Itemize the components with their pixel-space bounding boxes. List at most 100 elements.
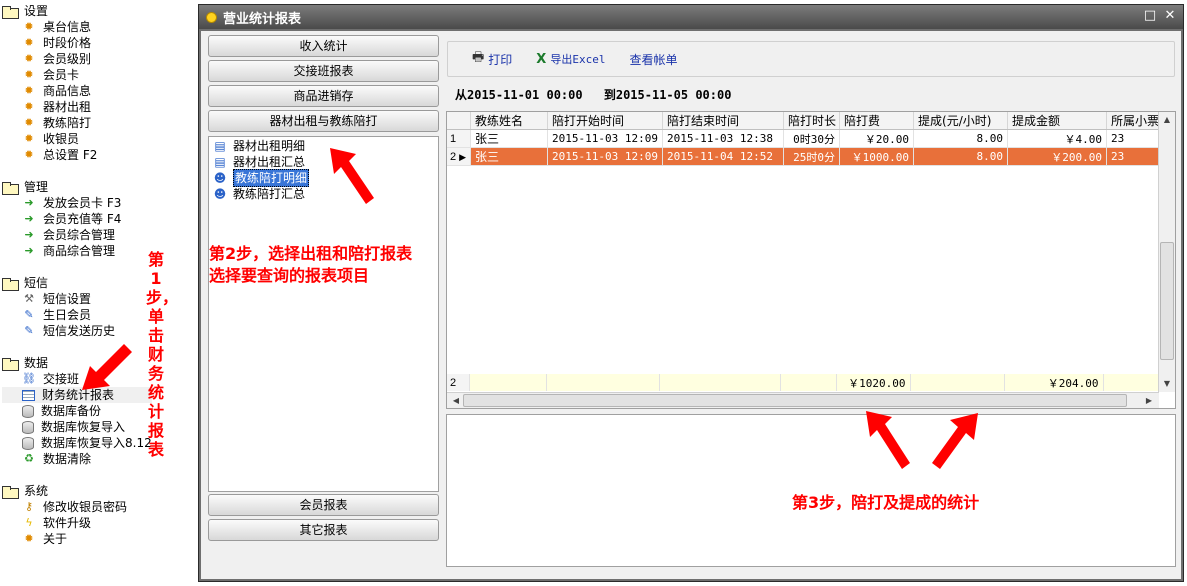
tree-item[interactable]: ✹ 会员卡 (2, 67, 97, 83)
tree-item[interactable]: ➜ 会员综合管理 (2, 227, 121, 243)
column-header[interactable]: 提成金额 (1007, 112, 1108, 130)
column-header[interactable]: 陪打时长 (783, 112, 841, 130)
column-header[interactable]: 陪打结束时间 (662, 112, 785, 130)
green-arrow-icon: ➜ (24, 228, 34, 241)
tree-item[interactable]: ✹ 收银员 (2, 131, 97, 147)
report-people-icon: ▤ (214, 155, 226, 169)
tree-item[interactable]: ✹ 关于 (2, 531, 127, 547)
scroll-left-icon[interactable]: ◀ (448, 394, 464, 408)
print-button[interactable]: 🖶 打印 (472, 48, 512, 70)
report-category-button[interactable]: 器材出租与教练陪打 (208, 110, 439, 132)
column-header[interactable]: 陪打费 (839, 112, 915, 130)
tree-group-header[interactable]: 短信 (2, 275, 115, 291)
cell-commission[interactable]: ￥4.00 (1007, 129, 1108, 148)
horizontal-scrollbar[interactable]: ◀ ▶ (447, 392, 1159, 408)
tree-group-label: 短信 (24, 276, 49, 290)
table-row[interactable]: 2 ▶ 张三 2015-11-03 12:09 2015-11-04 12:52 25时0… (447, 147, 1173, 166)
report-item[interactable]: ☻ 教练陪打汇总 (213, 186, 305, 202)
tree-item-label: 数据清除 (43, 452, 92, 466)
tree-item[interactable]: ϟ 软件升级 (2, 515, 127, 531)
column-header[interactable]: 教练姓名 (470, 112, 549, 130)
horizontal-scroll-thumb[interactable] (463, 394, 1127, 407)
restore-button[interactable]: □ (1143, 8, 1157, 24)
cell-duration[interactable]: 25时0分 (783, 147, 841, 166)
vertical-scroll-thumb[interactable] (1160, 242, 1174, 360)
key-icon: ⚷ (24, 500, 34, 513)
tree-item[interactable]: ✹ 会员级别 (2, 51, 97, 67)
gear-sun-icon: ✹ (24, 20, 34, 33)
tree-item[interactable]: ✹ 桌台信息 (2, 19, 97, 35)
row-header: 2 ▶ (447, 147, 472, 166)
scroll-right-icon[interactable]: ▶ (1141, 394, 1157, 408)
report-item-label: 器材出租明细 (233, 139, 306, 153)
cell-end[interactable]: 2015-11-04 12:52 (662, 147, 785, 166)
cell-fee[interactable]: ￥1000.00 (839, 147, 915, 166)
tree-item[interactable]: ♻ 数据清除 (2, 451, 152, 467)
report-item-list: ▤ 器材出租明细 ▤ 器材出租汇总 ☻ 教练陪打明细 ☻ 教练陪打汇总 (208, 136, 439, 492)
green-arrow-icon: ➜ (24, 212, 34, 225)
tree-group: 系统 ⚷ 修改收银员密码 ϟ 软件升级 ✹ 关于 (2, 483, 127, 547)
tree-item[interactable]: ✹ 商品信息 (2, 83, 97, 99)
gear-sun-icon: ✹ (24, 532, 34, 545)
tree-item[interactable]: ✹ 教练陪打 (2, 115, 97, 131)
gear-sun-icon: ✹ (24, 84, 34, 97)
scroll-up-icon[interactable]: ▲ (1159, 113, 1175, 127)
report-category-button[interactable]: 会员报表 (208, 494, 439, 516)
tree-item[interactable]: ➜ 发放会员卡 F3 (2, 195, 121, 211)
cell-start[interactable]: 2015-11-03 12:09 (547, 147, 664, 166)
report-category-button[interactable]: 其它报表 (208, 519, 439, 541)
report-category-button[interactable]: 收入统计 (208, 35, 439, 57)
tree-item[interactable]: ➜ 会员充值等 F4 (2, 211, 121, 227)
report-item[interactable]: ▤ 器材出租明细 (213, 138, 305, 154)
report-table: 教练姓名 陪打开始时间 陪打结束时间 陪打时长 陪打费 提成(元/小时) 提成金额 所属小票号… (447, 112, 1173, 166)
column-header[interactable] (447, 112, 472, 130)
folder-icon (2, 181, 19, 195)
tree-item[interactable]: ⚷ 修改收银员密码 (2, 499, 127, 515)
cell-name[interactable]: 张三 (470, 129, 549, 148)
column-header[interactable]: 陪打开始时间 (547, 112, 664, 130)
grid-icon (22, 389, 35, 401)
tree-item-label: 短信设置 (43, 292, 92, 306)
cell-rate[interactable]: 8.00 (913, 129, 1009, 148)
tree-item-label: 收银员 (43, 132, 80, 146)
excel-icon: X (536, 51, 547, 67)
cell-rate[interactable]: 8.00 (913, 147, 1009, 166)
cell-end[interactable]: 2015-11-03 12:38 (662, 129, 785, 148)
column-header[interactable]: 提成(元/小时) (913, 112, 1009, 130)
tree-group-header[interactable]: 管理 (2, 179, 121, 195)
tree-item[interactable]: ➜ 商品综合管理 (2, 243, 121, 259)
export-excel-button[interactable]: X 导出Excel (536, 51, 605, 67)
tree-item-label: 桌台信息 (43, 20, 92, 34)
tree-item[interactable]: ✹ 总设置 F2 (2, 147, 97, 163)
date-range: 从2015-11-01 00:00 到2015-11-05 00:00 (455, 86, 745, 103)
report-category-button[interactable]: 商品进销存 (208, 85, 439, 107)
report-item[interactable]: ☻ 教练陪打明细 (213, 169, 310, 187)
tree-item[interactable]: 数据库备份 (2, 403, 152, 419)
tree-item[interactable]: ✹ 时段价格 (2, 35, 97, 51)
tree-item[interactable]: 数据库恢复导入 (2, 419, 152, 435)
view-bill-label: 查看帐单 (629, 52, 678, 67)
report-category-button[interactable]: 交接班报表 (208, 60, 439, 82)
cell-duration[interactable]: 0时30分 (783, 129, 841, 148)
export-label: 导出Excel (550, 53, 606, 66)
tree-item[interactable]: ✹ 器材出租 (2, 99, 97, 115)
tree-item[interactable]: ✎ 生日会员 (2, 307, 115, 323)
tree-group-header[interactable]: 系统 (2, 483, 127, 499)
close-button[interactable]: ✕ (1163, 8, 1177, 24)
vertical-scrollbar[interactable]: ▲ ▼ (1158, 112, 1175, 392)
report-item[interactable]: ▤ 器材出租汇总 (213, 154, 305, 170)
tree-item[interactable]: ⚒ 短信设置 (2, 291, 115, 307)
cell-commission[interactable]: ￥200.00 (1007, 147, 1108, 166)
bolt-icon: ϟ (25, 516, 33, 529)
cell-name[interactable]: 张三 (470, 147, 549, 166)
cell-fee[interactable]: ￥20.00 (839, 129, 915, 148)
gear-sun-icon: ✹ (24, 68, 34, 81)
cell-start[interactable]: 2015-11-03 12:09 (547, 129, 664, 148)
tree-item[interactable]: 数据库恢复导入8.12 (2, 435, 152, 451)
scroll-down-icon[interactable]: ▼ (1159, 377, 1175, 391)
tree-item-label: 数据库备份 (41, 404, 102, 418)
tree-group-header[interactable]: 设置 (2, 3, 97, 19)
view-bill-button[interactable]: 查看帐单 (629, 51, 677, 68)
table-row[interactable]: 1 张三 2015-11-03 12:09 2015-11-03 12:38 0时30分… (447, 129, 1173, 148)
window-titlebar[interactable]: 营业统计报表 □ ✕ (199, 5, 1183, 29)
